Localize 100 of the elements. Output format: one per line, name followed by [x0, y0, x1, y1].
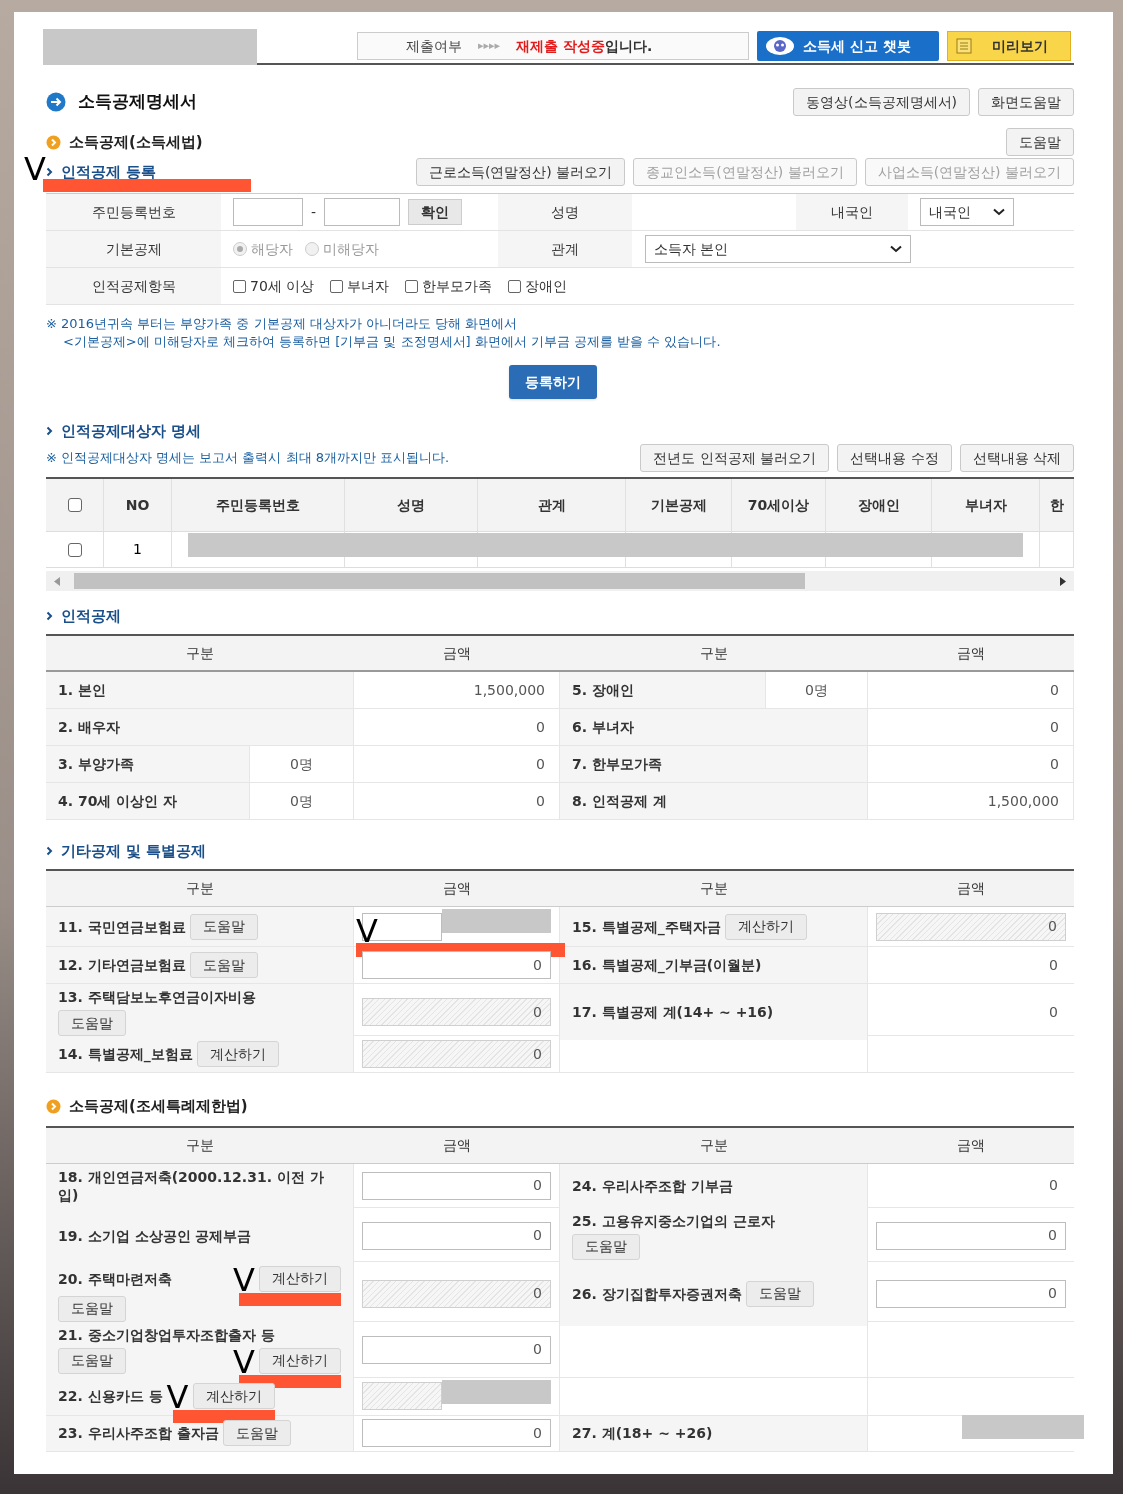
dash-text: -: [311, 202, 317, 222]
small-button[interactable]: 도움말: [58, 1347, 126, 1374]
column-header: 부녀자: [964, 495, 1007, 515]
column-header: 금액: [956, 1135, 986, 1155]
id-input[interactable]: [233, 198, 303, 226]
small-button[interactable]: 계산하기: [192, 1383, 275, 1409]
section-title: 인적공제: [61, 605, 121, 627]
action-button[interactable]: 동영상(소득공제명세서): [793, 88, 970, 116]
scroll-thumb[interactable]: [74, 573, 805, 589]
field-label: 성명: [498, 194, 632, 230]
amount-text: 0: [868, 746, 1074, 782]
amount-text: 0: [868, 672, 1074, 708]
page-title: 소득공제명세서: [78, 90, 197, 114]
amount-field[interactable]: 0: [362, 1221, 551, 1250]
small-button[interactable]: 도움말: [222, 1420, 291, 1446]
amount-text: 1,500,000: [868, 783, 1074, 819]
chatbot-button[interactable]: 소득세 신고 챗봇: [757, 31, 939, 61]
item-label: 3. 부양가족: [46, 746, 249, 782]
note-text: <기본공제>에 미해당자로 체크하여 등록하면 [기부금 및 조정명세서] 화면에서 기부금 공제를 받을 수 있습니다.: [62, 333, 721, 351]
checkbox-option[interactable]: 한부모가족: [405, 275, 493, 297]
check-mark: V: [24, 153, 46, 185]
confirm-button[interactable]: 확인: [408, 199, 463, 225]
amount-field: 0: [362, 1279, 551, 1308]
column-header: 금액: [956, 879, 986, 898]
id-input[interactable]: [324, 198, 401, 226]
checkbox-option[interactable]: 70세 이상: [233, 275, 315, 297]
amount-field[interactable]: 0: [876, 1221, 1066, 1250]
checkbox-option[interactable]: 장애인: [508, 275, 568, 297]
section-heading: 소득공제(소득세법): [69, 131, 203, 153]
scroll-left-icon[interactable]: [54, 576, 60, 586]
small-button[interactable]: 도움말: [189, 913, 258, 940]
small-button[interactable]: 계산하기: [259, 1347, 341, 1374]
field-label: 내국인: [796, 194, 908, 230]
action-button[interactable]: 근로소득(연말정산) 불러오기: [415, 158, 626, 186]
note-text: 2016년귀속 부터는 부양가족 중 기본공제 대상자가 아니더라도 당해 화면에서: [60, 315, 519, 333]
item-label: 17. 특별공제 계(14+ ~ +16): [572, 1003, 774, 1021]
relation-select[interactable]: 소득자 본인: [645, 235, 911, 263]
header-checkbox[interactable]: [67, 498, 82, 512]
amount-field: 0: [876, 912, 1066, 941]
arrow-circle-icon: [46, 92, 66, 112]
amount-field: 0: [362, 998, 551, 1026]
small-button[interactable]: 도움말: [745, 1280, 814, 1307]
column-header: 70세이상: [747, 495, 810, 515]
item-label: 19. 소기업 소상공인 공제부금: [58, 1226, 252, 1245]
item-label: 23. 우리사주조합 출자금: [58, 1424, 219, 1442]
chevron-down-icon: [993, 208, 1005, 216]
action-button[interactable]: 전년도 인적공제 불러오기: [640, 444, 830, 472]
small-button[interactable]: 계산하기: [196, 1041, 279, 1067]
small-button[interactable]: 도움말: [189, 952, 258, 978]
item-label: 27. 계(18+ ~ +26): [572, 1424, 713, 1442]
action-button[interactable]: 도움말: [1006, 128, 1074, 156]
item-label: 1. 본인: [46, 672, 353, 708]
chevron-icon: [46, 611, 53, 621]
count-text: 0명: [249, 746, 353, 782]
section-heading: 소득공제(조세특례제한법): [69, 1096, 248, 1117]
item-label: 7. 한부모가족: [560, 746, 867, 782]
small-button[interactable]: 도움말: [58, 1010, 126, 1036]
amount-field[interactable]: 0: [362, 1335, 551, 1364]
scrollbar[interactable]: [46, 571, 1074, 591]
item-label: 15. 특별공제_주택자금: [572, 917, 721, 936]
action-button[interactable]: 선택내용 삭제: [959, 444, 1074, 472]
section-title: 인적공제대상자 명세: [61, 420, 202, 442]
small-button[interactable]: 계산하기: [259, 1265, 341, 1292]
amount-text: 0: [1048, 1176, 1059, 1195]
chevron-icon: [46, 167, 53, 177]
section-title: 기타공제 및 특별공제: [61, 840, 207, 862]
column-header: 주민등록번호: [216, 495, 300, 515]
small-button[interactable]: 도움말: [572, 1233, 640, 1260]
scroll-right-icon[interactable]: [1060, 576, 1066, 586]
column-header: 금액: [442, 1135, 472, 1155]
preview-button[interactable]: 미리보기: [947, 31, 1071, 61]
amount-field[interactable]: 0: [876, 1279, 1066, 1308]
amount-field[interactable]: 0: [362, 1419, 551, 1447]
amount-field[interactable]: 0: [362, 1171, 551, 1200]
check-mark: V: [233, 1345, 255, 1378]
column-header: 금액: [956, 643, 986, 663]
amount-field[interactable]: 0: [362, 951, 551, 979]
column-header: NO: [125, 495, 150, 515]
checkbox-option[interactable]: 부녀자: [330, 275, 390, 297]
row-checkbox[interactable]: [67, 542, 82, 557]
amount-text: 0: [1048, 1002, 1059, 1022]
amount-text: 0: [868, 709, 1074, 745]
column-header: 구분: [185, 1135, 215, 1155]
column-header: 한: [1049, 495, 1064, 515]
small-button[interactable]: 계산하기: [724, 913, 807, 940]
column-header: 구분: [185, 879, 215, 898]
item-label: 16. 특별공제_기부금(이월분): [572, 956, 762, 974]
item-label: 4. 70세 이상인 자: [46, 783, 249, 819]
status-message: 재제출 작성중입니다.: [516, 36, 653, 56]
item-label: 12. 기타연금보험료: [58, 956, 186, 974]
item-label: 24. 우리사주조합 기부금: [572, 1176, 733, 1195]
column-header: 구분: [699, 879, 729, 898]
action-button[interactable]: 선택내용 수정: [837, 444, 952, 472]
small-button[interactable]: 도움말: [58, 1295, 126, 1322]
column-header: 구분: [699, 1135, 729, 1155]
action-button[interactable]: 화면도움말: [978, 88, 1074, 116]
note-mark: ※: [46, 315, 57, 333]
register-button[interactable]: 등록하기: [509, 365, 597, 399]
column-header: 금액: [442, 879, 472, 898]
nationality-select[interactable]: 내국인: [920, 198, 1014, 226]
